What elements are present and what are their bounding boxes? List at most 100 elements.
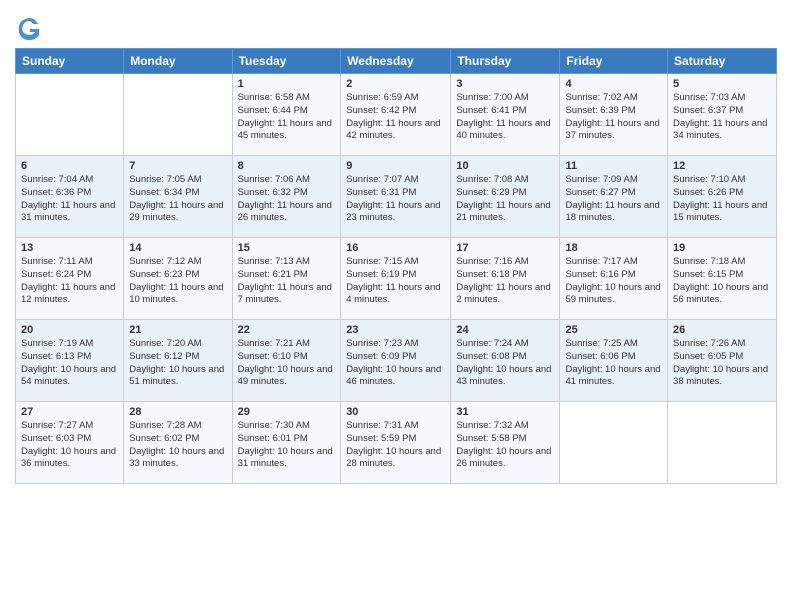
calendar-day-cell: 17Sunrise: 7:16 AM Sunset: 6:18 PM Dayli… xyxy=(451,238,560,320)
logo-icon xyxy=(15,14,43,42)
calendar-week-row: 13 Sunrise: 7:11 AM Sunset: 6:24 PM Dayli… xyxy=(16,238,777,320)
day-number: 27 xyxy=(21,406,118,418)
day-number: 22 xyxy=(238,324,336,336)
day-info: Sunrise: 7:12 AM Sunset: 6:23 PM Dayligh… xyxy=(129,256,226,307)
day-number: 26 xyxy=(673,324,771,336)
day-number: 7 xyxy=(129,160,226,172)
header-row xyxy=(15,10,777,42)
day-number: 19 xyxy=(673,242,771,254)
day-info: Sunrise: 6:58 AM Sunset: 6:44 PM Dayligh… xyxy=(238,92,336,143)
day-number: 30 xyxy=(346,406,445,418)
day-info: Sunrise: 7:20 AM Sunset: 6:12 PM Dayligh… xyxy=(129,338,226,389)
day-info: Sunrise: 6:59 AM Sunset: 6:42 PM Dayligh… xyxy=(346,92,445,143)
calendar-day-cell: 12 Sunrise: 7:10 AM Sunset: 6:26 PM Dayli… xyxy=(668,156,777,238)
day-info: Sunrise: 7:02 AM Sunset: 6:39 PM Dayligh… xyxy=(565,92,662,143)
day-info: Sunrise: 7:21 AM Sunset: 6:10 PM Dayligh… xyxy=(238,338,336,389)
day-number: 8 xyxy=(238,160,336,172)
day-info: Sunrise: 7:07 AM Sunset: 6:31 PM Dayligh… xyxy=(346,174,445,225)
day-info: Sunrise: 7:06 AM Sunset: 6:32 PM Dayligh… xyxy=(238,174,336,225)
calendar-day-cell: 24 Sunrise: 7:24 AM Sunset: 6:08 PM Dayli… xyxy=(451,320,560,402)
calendar-day-cell: 13 Sunrise: 7:11 AM Sunset: 6:24 PM Dayli… xyxy=(16,238,124,320)
day-number: 25 xyxy=(565,324,662,336)
weekday-header-cell: Sunday xyxy=(16,49,124,74)
calendar-day-cell: 19 Sunrise: 7:18 AM Sunset: 6:15 PM Dayli… xyxy=(668,238,777,320)
calendar-day-cell xyxy=(560,402,668,484)
day-info: Sunrise: 7:18 AM Sunset: 6:15 PM Dayligh… xyxy=(673,256,771,307)
weekday-header-cell: Thursday xyxy=(451,49,560,74)
calendar-day-cell: 1 Sunrise: 6:58 AM Sunset: 6:44 PM Daylig… xyxy=(232,74,341,156)
day-info: Sunrise: 7:09 AM Sunset: 6:27 PM Dayligh… xyxy=(565,174,662,225)
calendar-day-cell: 16 Sunrise: 7:15 AM Sunset: 6:19 PM Dayli… xyxy=(341,238,451,320)
calendar-day-cell: 28 Sunrise: 7:28 AM Sunset: 6:02 PM Dayli… xyxy=(124,402,232,484)
day-info: Sunrise: 7:04 AM Sunset: 6:36 PM Dayligh… xyxy=(21,174,118,225)
day-number: 12 xyxy=(673,160,771,172)
day-number: 28 xyxy=(129,406,226,418)
day-number: 18 xyxy=(565,242,662,254)
day-number: 9 xyxy=(346,160,445,172)
calendar-day-cell: 5 Sunrise: 7:03 AM Sunset: 6:37 PM Daylig… xyxy=(668,74,777,156)
day-number: 23 xyxy=(346,324,445,336)
day-number: 13 xyxy=(21,242,118,254)
logo xyxy=(15,14,47,42)
calendar-day-cell: 18 Sunrise: 7:17 AM Sunset: 6:16 PM Dayli… xyxy=(560,238,668,320)
day-number: 5 xyxy=(673,78,771,90)
day-info: Sunrise: 7:15 AM Sunset: 6:19 PM Dayligh… xyxy=(346,256,445,307)
day-number: 29 xyxy=(238,406,336,418)
calendar-day-cell: 2Sunrise: 6:59 AM Sunset: 6:42 PM Daylig… xyxy=(341,74,451,156)
calendar-day-cell: 29Sunrise: 7:30 AM Sunset: 6:01 PM Dayli… xyxy=(232,402,341,484)
weekday-header-cell: Monday xyxy=(124,49,232,74)
calendar-day-cell: 23Sunrise: 7:23 AM Sunset: 6:09 PM Dayli… xyxy=(341,320,451,402)
day-info: Sunrise: 7:16 AM Sunset: 6:18 PM Dayligh… xyxy=(456,256,554,307)
day-number: 15 xyxy=(238,242,336,254)
weekday-header-cell: Saturday xyxy=(668,49,777,74)
day-number: 11 xyxy=(565,160,662,172)
calendar-day-cell: 30Sunrise: 7:31 AM Sunset: 5:59 PM Dayli… xyxy=(341,402,451,484)
calendar-day-cell: 27 Sunrise: 7:27 AM Sunset: 6:03 PM Dayli… xyxy=(16,402,124,484)
day-info: Sunrise: 7:28 AM Sunset: 6:02 PM Dayligh… xyxy=(129,420,226,471)
weekday-header-cell: Tuesday xyxy=(232,49,341,74)
day-number: 24 xyxy=(456,324,554,336)
calendar-week-row: 27 Sunrise: 7:27 AM Sunset: 6:03 PM Dayli… xyxy=(16,402,777,484)
day-number: 21 xyxy=(129,324,226,336)
calendar-week-row: 1 Sunrise: 6:58 AM Sunset: 6:44 PM Daylig… xyxy=(16,74,777,156)
day-info: Sunrise: 7:27 AM Sunset: 6:03 PM Dayligh… xyxy=(21,420,118,471)
day-info: Sunrise: 7:00 AM Sunset: 6:41 PM Dayligh… xyxy=(456,92,554,143)
calendar-table: SundayMondayTuesdayWednesdayThursdayFrid… xyxy=(15,48,777,484)
day-info: Sunrise: 7:05 AM Sunset: 6:34 PM Dayligh… xyxy=(129,174,226,225)
main-container: SundayMondayTuesdayWednesdayThursdayFrid… xyxy=(0,0,792,494)
day-number: 16 xyxy=(346,242,445,254)
day-info: Sunrise: 7:26 AM Sunset: 6:05 PM Dayligh… xyxy=(673,338,771,389)
calendar-day-cell xyxy=(668,402,777,484)
calendar-day-cell: 6 Sunrise: 7:04 AM Sunset: 6:36 PM Daylig… xyxy=(16,156,124,238)
day-info: Sunrise: 7:17 AM Sunset: 6:16 PM Dayligh… xyxy=(565,256,662,307)
weekday-header-cell: Wednesday xyxy=(341,49,451,74)
day-info: Sunrise: 7:24 AM Sunset: 6:08 PM Dayligh… xyxy=(456,338,554,389)
day-info: Sunrise: 7:10 AM Sunset: 6:26 PM Dayligh… xyxy=(673,174,771,225)
day-number: 1 xyxy=(238,78,336,90)
calendar-day-cell: 8 Sunrise: 7:06 AM Sunset: 6:32 PM Daylig… xyxy=(232,156,341,238)
calendar-day-cell: 14 Sunrise: 7:12 AM Sunset: 6:23 PM Dayli… xyxy=(124,238,232,320)
day-number: 3 xyxy=(456,78,554,90)
calendar-day-cell: 10 Sunrise: 7:08 AM Sunset: 6:29 PM Dayli… xyxy=(451,156,560,238)
day-number: 20 xyxy=(21,324,118,336)
day-number: 6 xyxy=(21,160,118,172)
calendar-day-cell: 25Sunrise: 7:25 AM Sunset: 6:06 PM Dayli… xyxy=(560,320,668,402)
day-info: Sunrise: 7:08 AM Sunset: 6:29 PM Dayligh… xyxy=(456,174,554,225)
day-info: Sunrise: 7:11 AM Sunset: 6:24 PM Dayligh… xyxy=(21,256,118,307)
calendar-day-cell: 7 Sunrise: 7:05 AM Sunset: 6:34 PM Daylig… xyxy=(124,156,232,238)
calendar-week-row: 6 Sunrise: 7:04 AM Sunset: 6:36 PM Daylig… xyxy=(16,156,777,238)
calendar-day-cell xyxy=(16,74,124,156)
day-info: Sunrise: 7:03 AM Sunset: 6:37 PM Dayligh… xyxy=(673,92,771,143)
day-info: Sunrise: 7:13 AM Sunset: 6:21 PM Dayligh… xyxy=(238,256,336,307)
day-number: 14 xyxy=(129,242,226,254)
calendar-day-cell: 3 Sunrise: 7:00 AM Sunset: 6:41 PM Daylig… xyxy=(451,74,560,156)
calendar-day-cell: 15 Sunrise: 7:13 AM Sunset: 6:21 PM Dayli… xyxy=(232,238,341,320)
weekday-header-row: SundayMondayTuesdayWednesdayThursdayFrid… xyxy=(16,49,777,74)
calendar-day-cell: 26 Sunrise: 7:26 AM Sunset: 6:05 PM Dayli… xyxy=(668,320,777,402)
calendar-day-cell: 11 Sunrise: 7:09 AM Sunset: 6:27 PM Dayli… xyxy=(560,156,668,238)
day-number: 10 xyxy=(456,160,554,172)
day-number: 31 xyxy=(456,406,554,418)
calendar-day-cell: 20Sunrise: 7:19 AM Sunset: 6:13 PM Dayli… xyxy=(16,320,124,402)
calendar-day-cell: 31Sunrise: 7:32 AM Sunset: 5:58 PM Dayli… xyxy=(451,402,560,484)
calendar-day-cell: 21 Sunrise: 7:20 AM Sunset: 6:12 PM Dayli… xyxy=(124,320,232,402)
